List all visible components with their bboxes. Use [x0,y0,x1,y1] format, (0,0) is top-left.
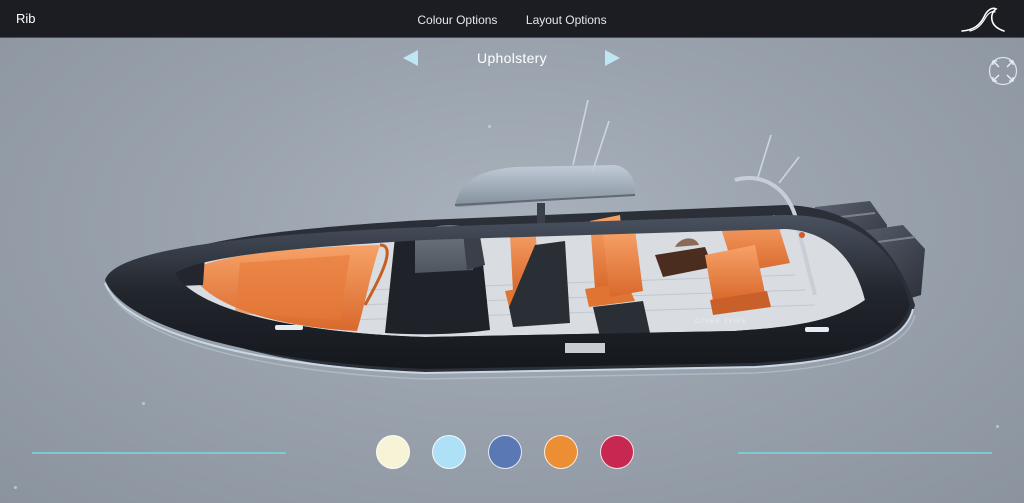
swatch-orange[interactable] [544,435,578,469]
hull-text: OTHER SKIES [695,319,746,325]
background-sparkle [488,125,491,128]
triangle-right-icon [605,50,620,66]
prev-category-button[interactable] [400,48,420,68]
background-sparkle [996,425,999,428]
nav-colour-options[interactable]: Colour Options [417,13,497,27]
fullscreen-button[interactable] [988,56,1018,86]
triangle-left-icon [403,50,418,66]
swatch-light-blue[interactable] [432,435,466,469]
nav-layout-options[interactable]: Layout Options [526,13,607,27]
top-bar: Rib Colour Options Layout Options [0,0,1024,38]
app-title: Rib [16,11,36,26]
swatch-divider-right [738,452,992,454]
swatch-cream[interactable] [376,435,410,469]
background-sparkle [142,402,145,405]
swatch-divider-left [32,452,286,454]
category-label: Upholstery [477,50,547,66]
wave-logo-icon[interactable] [960,5,1006,33]
main-nav: Colour Options Layout Options [0,11,1024,29]
swatch-crimson[interactable] [600,435,634,469]
boat-3d-model[interactable]: OTHER SKIES [95,95,945,405]
swatch-slate-blue[interactable] [488,435,522,469]
category-selector: Upholstery [0,48,1024,70]
upholstery-swatches [376,435,634,471]
expand-arrows-icon [988,56,1018,86]
background-sparkle [14,486,17,489]
next-category-button[interactable] [603,48,623,68]
